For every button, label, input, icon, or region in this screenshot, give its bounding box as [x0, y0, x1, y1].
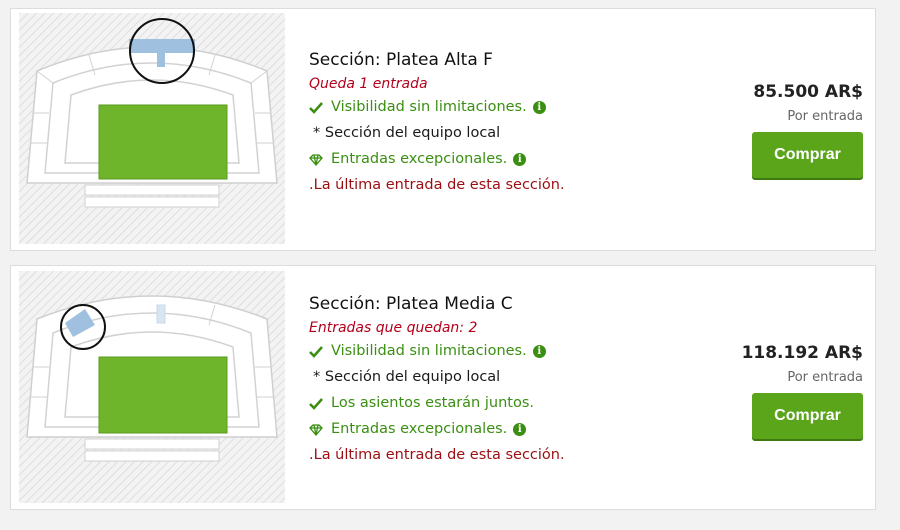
- availability-text: Queda 1 entrada: [309, 76, 428, 92]
- stadium-map-svg: [19, 13, 285, 244]
- stadium-map-svg: [19, 271, 285, 503]
- info-icon[interactable]: i: [513, 423, 527, 436]
- feature-home-team-section: * Sección del equipo local: [309, 368, 729, 387]
- feature-seats-together: Los asientos estarán juntos.: [309, 394, 729, 413]
- availability-text: Entradas que quedan: 2: [309, 320, 478, 336]
- info-icon[interactable]: i: [513, 153, 527, 166]
- section-title: Sección: Platea Alta F: [309, 50, 493, 70]
- checkmark-icon: [309, 397, 331, 410]
- ticket-listing-card: Sección: Platea Alta F Queda 1 entrada V…: [10, 8, 876, 251]
- feature-label: * Sección del equipo local: [313, 369, 501, 385]
- buy-button[interactable]: Comprar: [752, 393, 863, 439]
- stadium-map[interactable]: [19, 13, 285, 244]
- section-title: Sección: Platea Media C: [309, 294, 513, 314]
- price-block: 85.500 AR$ Por entrada: [753, 81, 863, 125]
- listing-info: Sección: Platea Media C Entradas que que…: [309, 294, 729, 465]
- listing-info: Sección: Platea Alta F Queda 1 entrada V…: [309, 50, 729, 195]
- price-block: 118.192 AR$ Por entrada: [742, 342, 863, 386]
- price-unit: Por entrada: [787, 109, 863, 124]
- last-ticket-note: .La última entrada de esta sección.: [309, 177, 565, 193]
- last-ticket-note: .La última entrada de esta sección.: [309, 447, 565, 463]
- feature-label: Entradas excepcionales.: [331, 151, 508, 167]
- info-icon[interactable]: i: [532, 345, 546, 358]
- diamond-icon: [309, 153, 331, 166]
- pitch: [98, 104, 228, 180]
- feature-label: * Sección del equipo local: [313, 125, 501, 141]
- stadium-map[interactable]: [19, 271, 285, 503]
- checkmark-icon: [309, 345, 331, 358]
- price-amount: 85.500 AR$: [753, 82, 863, 102]
- feature-label: Visibilidad sin limitaciones.: [331, 99, 527, 115]
- price-amount: 118.192 AR$: [741, 343, 863, 363]
- ticket-listing-card: Sección: Platea Media C Entradas que que…: [10, 265, 876, 510]
- pitch: [98, 356, 228, 434]
- price-unit: Por entrada: [787, 370, 863, 385]
- checkmark-icon: [309, 101, 331, 114]
- feature-label: Los asientos estarán juntos.: [331, 395, 534, 411]
- feature-exceptional-tickets: Entradas excepcionales. i: [309, 420, 729, 439]
- highlighted-section: [129, 39, 195, 53]
- feature-unobstructed-view: Visibilidad sin limitaciones. i: [309, 98, 729, 117]
- feature-exceptional-tickets: Entradas excepcionales. i: [309, 150, 729, 169]
- feature-label: Visibilidad sin limitaciones.: [331, 343, 527, 359]
- info-icon[interactable]: i: [532, 101, 546, 114]
- feature-home-team-section: * Sección del equipo local: [309, 124, 729, 143]
- buy-button[interactable]: Comprar: [752, 132, 863, 178]
- feature-label: Entradas excepcionales.: [331, 421, 508, 437]
- feature-unobstructed-view: Visibilidad sin limitaciones. i: [309, 342, 729, 361]
- diamond-icon: [309, 423, 331, 436]
